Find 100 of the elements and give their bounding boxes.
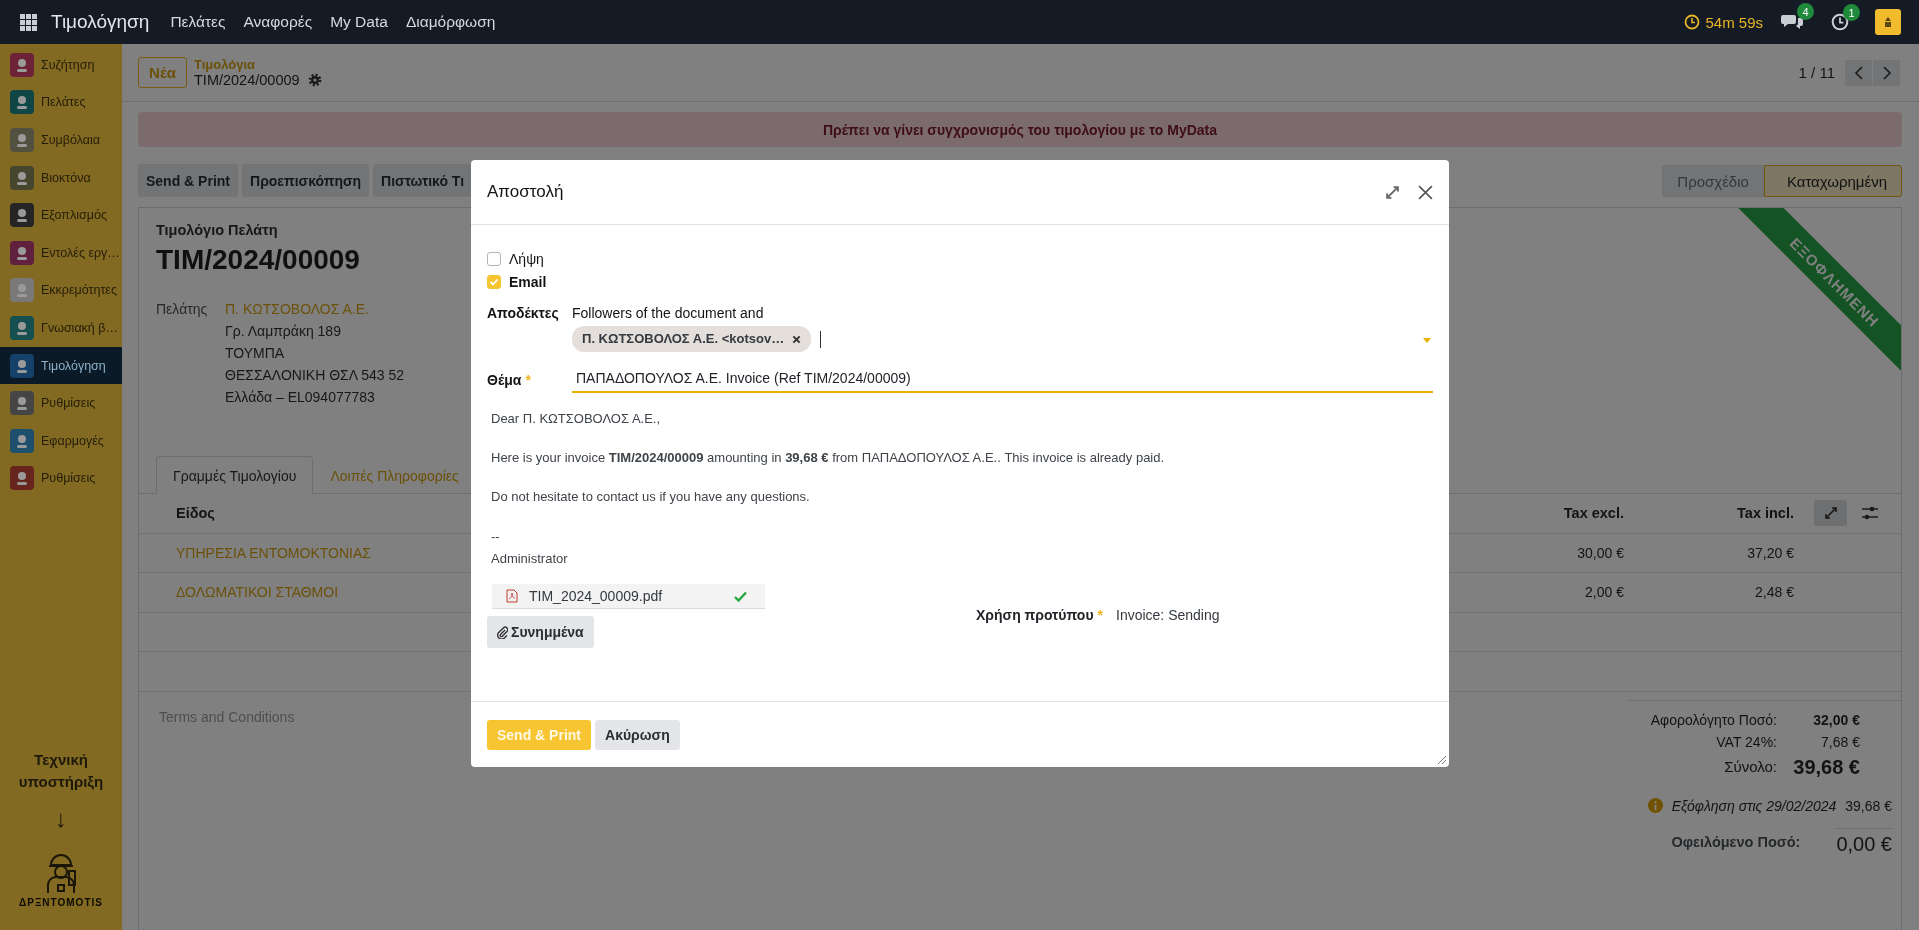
status-step[interactable]: Προσχέδιο (1662, 165, 1764, 197)
sidebar-item[interactable]: Ρυθμίσεις (0, 384, 122, 422)
field-label: Χρήση προτύπου (976, 607, 1094, 623)
previous-button[interactable] (1845, 59, 1872, 86)
table-cell-text: 2,00 € (1584, 584, 1625, 601)
sidebar-item[interactable]: Βιοκτόνα (0, 158, 122, 197)
avatar[interactable] (1875, 9, 1901, 35)
document-type: Τιμολόγιο Πελάτη (156, 222, 278, 238)
menu-item[interactable]: Διαμόρφωση (396, 13, 505, 31)
tab[interactable]: Λοιπές Πληροφορίες (313, 456, 476, 494)
chat-icon (1781, 12, 1803, 32)
support-text: Τεχνική υποστήριξη (17, 750, 105, 792)
tab[interactable]: Γραμμές Τιμολογίου (156, 456, 314, 494)
total-value: 39,68 € (1792, 754, 1860, 780)
action-button[interactable]: Send & Print (138, 164, 238, 197)
breadcrumb-link[interactable]: Τιμολόγια (194, 57, 322, 72)
expand-button[interactable] (1814, 500, 1847, 527)
menu-item[interactable]: Αναφορές (234, 13, 322, 31)
total-label: VAT 24%: (1715, 732, 1777, 752)
app-grid-icon (20, 13, 37, 31)
sidebar-item[interactable]: Πελάτες (0, 83, 122, 122)
sidebar-item[interactable]: Εξοπλισμός (0, 196, 122, 234)
expand-button[interactable] (1385, 184, 1400, 200)
required-mark: * (525, 371, 531, 388)
required-mark: * (1097, 607, 1103, 623)
sidebar-item[interactable]: Τιμολόγηση (0, 346, 122, 385)
checkbox-label: Λήψη (509, 250, 544, 267)
action-button[interactable]: Πιστωτικό Τι (373, 164, 473, 197)
menu-item[interactable]: My Data (321, 13, 397, 31)
count-badge: 4 (1797, 3, 1814, 20)
remove-icon (792, 334, 802, 344)
email-paragraph: Dear Π. ΚΩΤΣΟΒΟΛΟΣ Α.Ε., (491, 410, 662, 428)
clock-icon (1684, 14, 1701, 30)
address-line: Ελλάδα – EL094077783 (225, 388, 376, 407)
email-paragraph: Do not hesitate to contact us if you have any questions. (491, 488, 811, 506)
recipient-tag[interactable]: Π. ΚΩΤΣΟΒΟΛΟΣ Α.Ε. <kotsov… (572, 326, 812, 352)
attachment-name: TIM_2024_00009.pdf (529, 588, 664, 604)
dialog-title: Αποστολή (487, 182, 564, 202)
attachments-button[interactable]: Συνημμένα (487, 616, 594, 648)
template-value[interactable]: Invoice: Sending (1116, 607, 1220, 623)
warning-alert: Πρέπει να γίνει συγχρονισμός του τιμολογίου με το MyData (138, 112, 1902, 147)
total-value: 32,00 € (1812, 710, 1860, 730)
field-label: Αποδέκτες (487, 304, 560, 323)
sidebar-item[interactable]: Ρυθμίσεις (0, 459, 122, 498)
sidebar-item[interactable]: Εντολές εργ… (0, 233, 122, 272)
menu-item[interactable]: Πελάτες (161, 13, 235, 31)
text-cursor (820, 330, 822, 348)
column-header: Tax excl. (1562, 505, 1625, 522)
total-label: Αφορολόγητο Ποσό: (1649, 710, 1777, 730)
next-button[interactable] (1873, 59, 1900, 86)
recipients-text: Followers of the document and (572, 304, 765, 323)
info-icon (1647, 798, 1663, 813)
table-cell-text: 2,48 € (1754, 584, 1795, 601)
sidebar-item[interactable]: Εκκρεμότητες (0, 271, 122, 310)
sidebar-item[interactable]: Εφαρμογές (0, 421, 122, 460)
app-title: Τιμολόγηση (51, 11, 150, 33)
pager-text: 1 / 11 (1798, 64, 1835, 81)
action-button[interactable]: Προεπισκόπηση (242, 164, 370, 197)
address-line: Γρ. Λαμπράκη 189 (225, 322, 342, 341)
table-cell-text: 37,20 € (1746, 544, 1795, 561)
expand-icon (1385, 184, 1400, 200)
paperclip-icon (497, 625, 508, 639)
field-label: Πελάτης (156, 300, 209, 319)
cancel-button[interactable]: Ακύρωση (595, 719, 680, 750)
total-label: Σύνολο: (1723, 756, 1777, 777)
signature-line: -- (491, 528, 501, 546)
close-button[interactable] (1418, 184, 1433, 200)
payment-label: Εξόφληση στις 29/02/2024 (1671, 797, 1837, 814)
chevron-right-icon (1881, 65, 1892, 80)
payment-amount: 39,68 € (1845, 797, 1892, 814)
invoice-number: TIM/2024/00009 (156, 244, 360, 276)
email-paragraph: Here is your invoice TIM/2024/00009 amounting in 39,68 € from ΠΑΠΑΔΟΠΟΥΛΟΣ Α.Ε.. This invoice is already paid. (491, 449, 1166, 467)
check-icon (734, 590, 747, 602)
total-value: 7,68 € (1820, 732, 1860, 752)
count-badge: 1 (1843, 4, 1860, 21)
checkbox[interactable] (487, 274, 501, 289)
dropdown-caret-icon (1423, 338, 1431, 343)
clock-icon (1831, 13, 1849, 31)
column-header: Tax incl. (1736, 505, 1795, 522)
checkbox-label: Email (509, 273, 547, 290)
pdf-file-icon (506, 589, 518, 603)
customer-link[interactable]: Π. ΚΩΤΣΟΒΟΛΟΣ Α.Ε. (225, 298, 404, 320)
sidebar-item[interactable]: Συζήτηση (0, 46, 122, 84)
amount-due-label: Οφειλόμενο Ποσό: (1671, 833, 1801, 850)
address-line: ΘΕΣΣΑΛΟΝΙΚΗ ΘΣΛ 543 52 (225, 366, 404, 385)
chevron-left-icon (1853, 65, 1864, 80)
timer-text: 54m 59s (1705, 13, 1763, 31)
amount-due-value: 0,00 € (1836, 827, 1892, 856)
checkbox[interactable] (487, 251, 501, 266)
check-icon (489, 276, 499, 287)
status-step[interactable]: Καταχωρημένη (1763, 165, 1902, 197)
gear-icon (307, 73, 322, 87)
resize-grip-icon (1437, 755, 1447, 765)
arrow-text: ↓ (55, 805, 67, 833)
new-button[interactable]: Νέα (138, 57, 187, 88)
logo-text: ΔΡΞΝΤΟΜΟΤΙS (19, 897, 103, 908)
sidebar-item[interactable]: Γνωσιακή β… (0, 309, 122, 347)
record-name: TIM/2024/00009 (194, 72, 300, 88)
address-line: ΤΟΥΜΠΑ (225, 344, 286, 363)
sidebar-item[interactable]: Συμβόλαια (0, 121, 122, 159)
